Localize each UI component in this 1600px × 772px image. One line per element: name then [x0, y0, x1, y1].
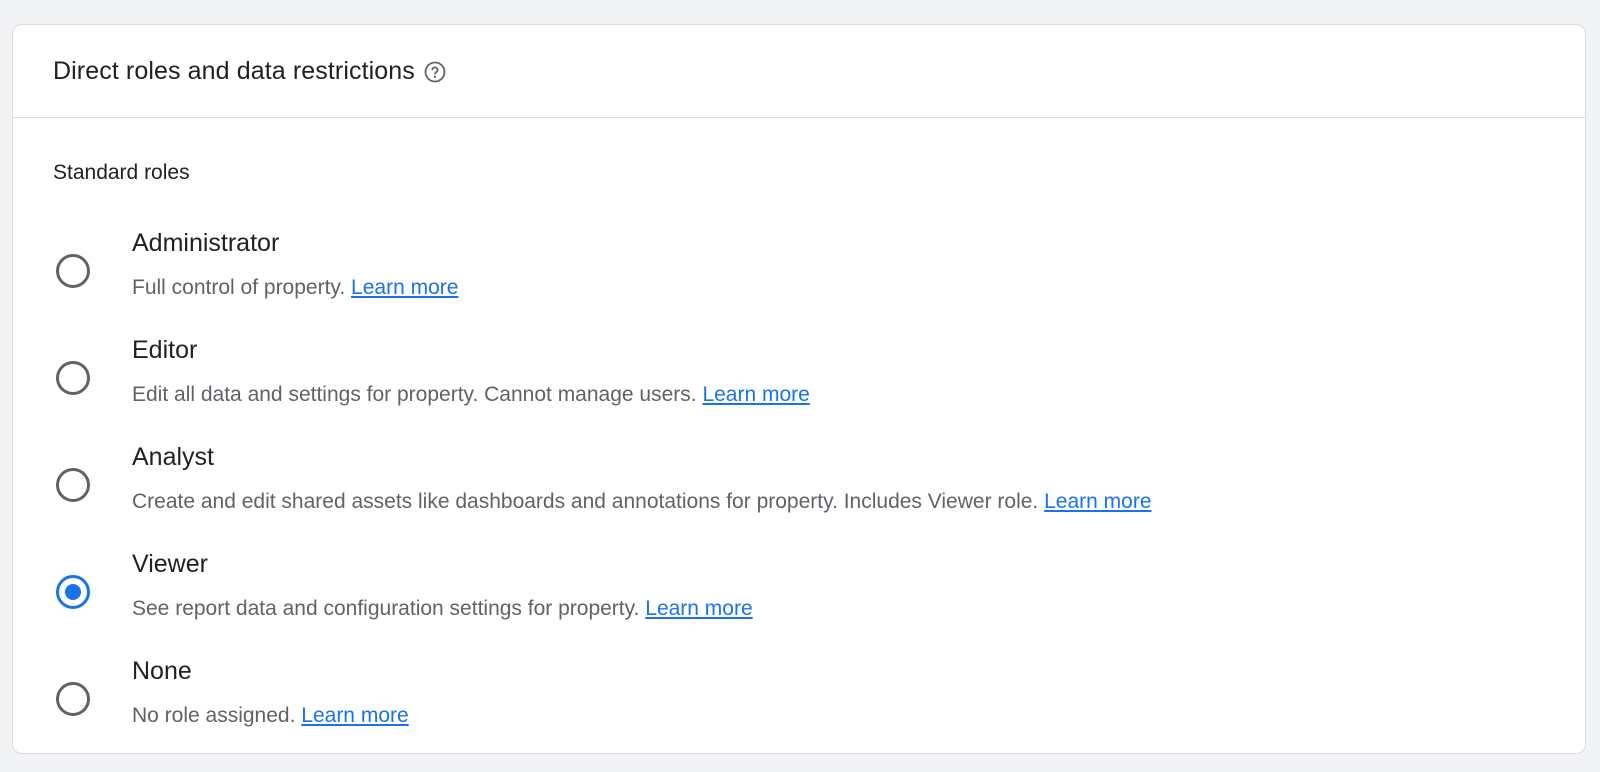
role-description-text: Create and edit shared assets like dashb… — [132, 490, 1039, 513]
role-description: Full control of property. Learn more — [132, 276, 458, 300]
role-name: Viewer — [132, 550, 208, 578]
radio-administrator[interactable] — [56, 254, 90, 288]
role-name: None — [132, 657, 192, 685]
role-description-text: See report data and configuration settin… — [132, 597, 640, 620]
role-description: See report data and configuration settin… — [132, 597, 753, 621]
learn-more-link[interactable]: Learn more — [301, 704, 408, 727]
section-label-standard-roles: Standard roles — [53, 161, 190, 184]
card-title: Direct roles and data restrictions — [53, 56, 415, 85]
role-radio-group: Administrator Full control of property. … — [13, 225, 1585, 753]
role-option-administrator[interactable]: Administrator Full control of property. … — [13, 225, 1585, 332]
learn-more-link[interactable]: Learn more — [351, 276, 458, 299]
learn-more-link[interactable]: Learn more — [1044, 490, 1151, 513]
card-header: Direct roles and data restrictions — [13, 25, 1585, 118]
learn-more-link[interactable]: Learn more — [702, 383, 809, 406]
role-name: Administrator — [132, 229, 280, 257]
role-description-text: No role assigned. — [132, 704, 296, 727]
role-description: Edit all data and settings for property.… — [132, 383, 810, 407]
learn-more-link[interactable]: Learn more — [645, 597, 752, 620]
role-option-analyst[interactable]: Analyst Create and edit shared assets li… — [13, 439, 1585, 546]
role-description-text: Edit all data and settings for property.… — [132, 383, 697, 406]
role-name: Editor — [132, 336, 198, 364]
radio-editor[interactable] — [56, 361, 90, 395]
radio-viewer[interactable] — [56, 575, 90, 609]
radio-none[interactable] — [56, 682, 90, 716]
role-option-none[interactable]: None No role assigned. Learn more — [13, 653, 1585, 753]
role-name: Analyst — [132, 443, 214, 471]
role-description: Create and edit shared assets like dashb… — [132, 490, 1152, 514]
role-option-viewer[interactable]: Viewer See report data and configuration… — [13, 546, 1585, 653]
roles-card: Direct roles and data restrictions Stand… — [12, 24, 1586, 754]
role-option-editor[interactable]: Editor Edit all data and settings for pr… — [13, 332, 1585, 439]
role-description: No role assigned. Learn more — [132, 704, 409, 728]
help-icon[interactable] — [423, 60, 447, 84]
radio-analyst[interactable] — [56, 468, 90, 502]
role-description-text: Full control of property. — [132, 276, 346, 299]
